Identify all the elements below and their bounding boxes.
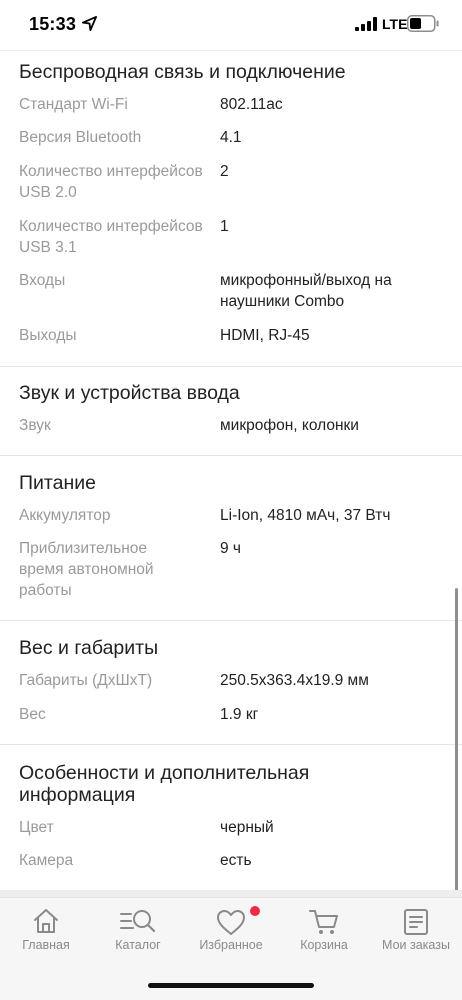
home-icon: [34, 909, 58, 933]
spec-label: Количество интерфейсов USB 2.0: [19, 163, 203, 201]
spec-label: Камера: [19, 852, 74, 869]
spec-label: Цвет: [19, 819, 54, 836]
tab-label: Мои заказы: [382, 938, 450, 952]
tab-favorites[interactable]: Избранное: [184, 898, 278, 960]
catalog-search-icon: [120, 910, 156, 933]
spec-value: микрофон, колонки: [220, 417, 359, 434]
spec-value: Li-Ion, 4810 мАч, 37 Втч: [220, 507, 391, 524]
tab-home[interactable]: Главная: [0, 898, 92, 960]
heart-icon: [217, 910, 245, 935]
orders-icon: [404, 909, 428, 935]
status-bar: 15:33 LTE: [0, 0, 462, 50]
section-title: Звук и устройства ввода: [19, 382, 240, 404]
spec-value: черный: [220, 819, 274, 836]
status-time: 15:33: [29, 14, 77, 34]
tab-label: Каталог: [115, 938, 161, 952]
home-indicator: [148, 983, 314, 988]
spec-value: микрофонный/выход на наушники Combo: [220, 272, 392, 310]
spec-value: 1.9 кг: [220, 706, 259, 723]
spec-value: 4.1: [220, 129, 242, 146]
section-divider: [0, 366, 462, 367]
spec-label: Вес: [19, 706, 46, 723]
section-title: Особенности и дополнительная информация: [19, 762, 310, 806]
favorites-badge: [250, 906, 260, 916]
spec-value: 802.11ac: [220, 96, 283, 113]
spec-label: Версия Bluetooth: [19, 129, 142, 146]
spec-label: Стандарт Wi-Fi: [19, 96, 128, 113]
location-arrow-icon: [82, 16, 97, 31]
section-title: Вес и габариты: [19, 637, 159, 659]
spec-label: Выходы: [19, 327, 77, 344]
spec-label: Габариты (ДхШхТ): [19, 672, 153, 689]
spec-label: Аккумулятор: [19, 507, 111, 524]
spec-label: Приблизительное время автономной работы: [19, 540, 154, 599]
tab-label: Главная: [22, 938, 70, 952]
spec-value: 2: [220, 163, 229, 180]
spec-label: Количество интерфейсов USB 3.1: [19, 218, 203, 256]
battery-icon: [407, 15, 439, 32]
signal-bars-icon: [355, 17, 377, 31]
tab-label: Корзина: [300, 938, 348, 952]
tab-label: Избранное: [199, 938, 263, 952]
specs-content[interactable]: Беспроводная связь и подключение Стандар…: [0, 51, 462, 890]
spec-value: 250.5x363.4x19.9 мм: [220, 672, 369, 689]
cart-icon: [309, 910, 338, 934]
section-divider: [0, 455, 462, 456]
tab-cart[interactable]: Корзина: [278, 898, 370, 960]
scrollbar[interactable]: [455, 588, 458, 928]
section-divider: [0, 620, 462, 621]
network-type: LTE: [382, 16, 408, 32]
content-bottom-spacer: [0, 890, 462, 897]
tab-catalog[interactable]: Каталог: [92, 898, 184, 960]
section-title: Питание: [19, 472, 96, 494]
spec-value: есть: [220, 852, 252, 869]
spec-value: 1: [220, 218, 229, 235]
spec-value: 9 ч: [220, 540, 242, 557]
spec-label: Входы: [19, 272, 66, 289]
section-title: Беспроводная связь и подключение: [19, 61, 346, 83]
tab-orders[interactable]: Мои заказы: [370, 898, 462, 960]
spec-value: HDMI, RJ-45: [220, 327, 310, 344]
section-divider: [0, 744, 462, 745]
spec-label: Звук: [19, 417, 51, 434]
